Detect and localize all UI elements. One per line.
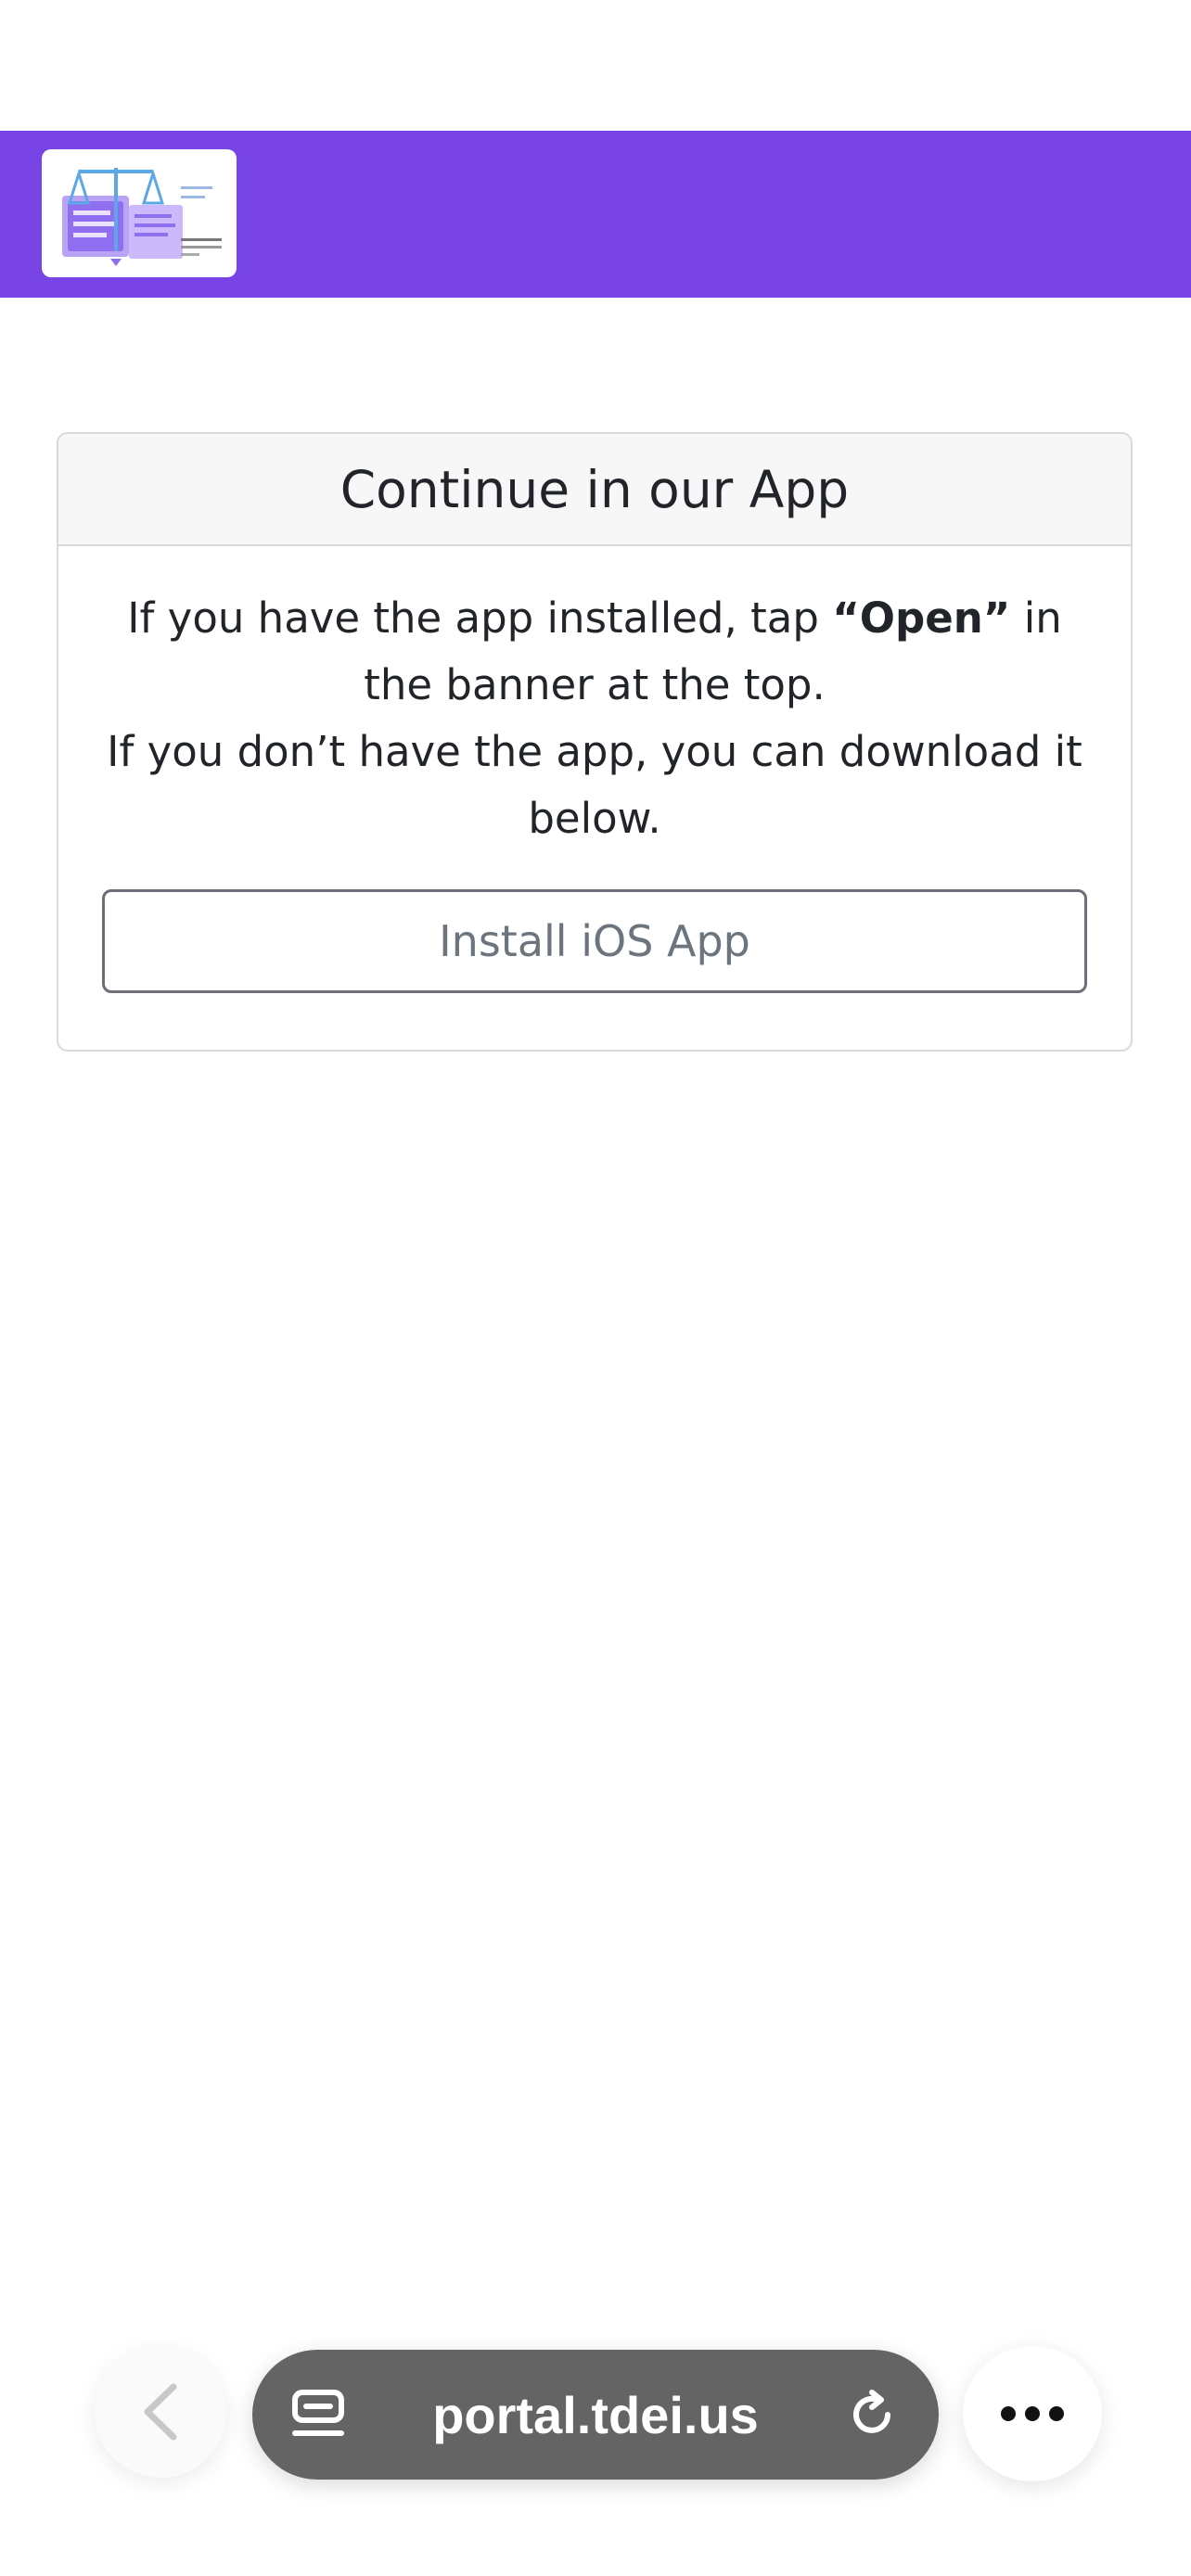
- continue-in-app-card: Continue in our App If you have the app …: [57, 432, 1133, 1052]
- card-title: Continue in our App: [339, 459, 850, 519]
- card-message-open-emphasis: “Open”: [832, 593, 1011, 643]
- more-horizontal-icon: [1001, 2406, 1064, 2421]
- address-bar[interactable]: portal.tdei.us: [252, 2350, 939, 2480]
- card-message-line2: If you don’t have the app, you can downl…: [107, 727, 1082, 843]
- card-header: Continue in our App: [58, 434, 1131, 546]
- logo-image: [62, 168, 222, 266]
- page: Continue in our App If you have the app …: [0, 0, 1191, 2576]
- reload-icon[interactable]: [844, 2387, 900, 2442]
- chevron-left-icon: [144, 2383, 177, 2441]
- header-bar: [0, 131, 1191, 298]
- url-text[interactable]: portal.tdei.us: [252, 2350, 939, 2480]
- back-button[interactable]: [95, 2346, 226, 2478]
- install-ios-app-button[interactable]: Install iOS App: [102, 889, 1087, 993]
- card-body: If you have the app installed, tap “Open…: [58, 546, 1131, 993]
- more-options-button[interactable]: [963, 2346, 1102, 2481]
- card-message-part1: If you have the app installed, tap: [127, 593, 833, 643]
- card-message: If you have the app installed, tap “Open…: [99, 585, 1090, 852]
- site-logo[interactable]: [42, 149, 237, 277]
